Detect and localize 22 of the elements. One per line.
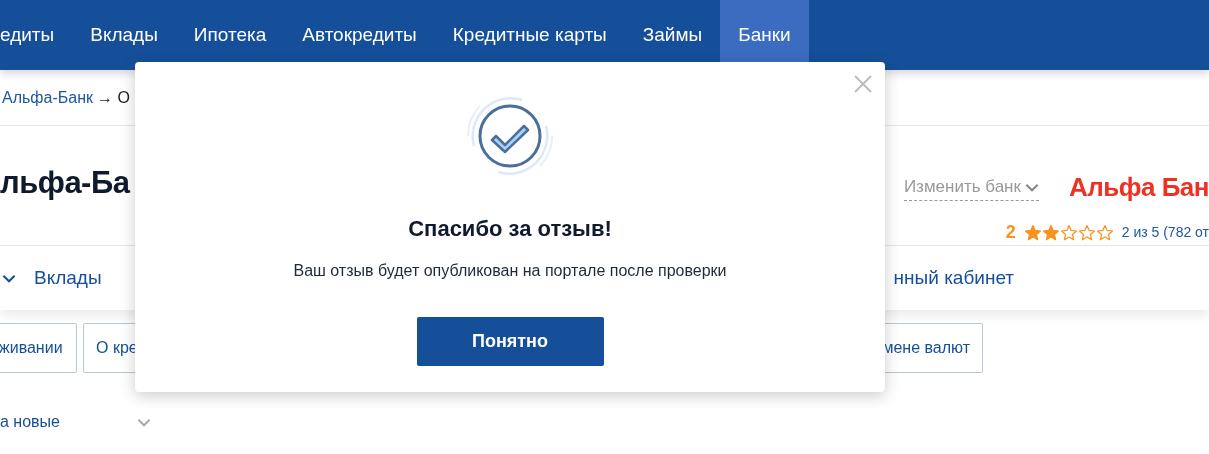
ok-button[interactable]: Понятно [416, 317, 604, 366]
chevron-down-icon [1024, 182, 1039, 192]
modal-title: Спасибо за отзыв! [408, 215, 612, 243]
rating-text: 2 из 5 (782 от [1121, 223, 1209, 242]
filled-star-icon [1023, 223, 1042, 242]
subnav-link[interactable]: Вклады [34, 263, 102, 293]
nav-item[interactable]: Вклады [72, 0, 176, 70]
nav-item[interactable]: едиты [0, 0, 73, 70]
modal-message: Ваш отзыв будет опубликован на портале после проверки [293, 261, 727, 281]
empty-star-icon [1077, 223, 1096, 242]
breadcrumb-link[interactable]: Альфа-Банк [2, 85, 93, 110]
close-icon[interactable] [853, 74, 873, 94]
empty-star-icon [1095, 223, 1114, 242]
bank-logo: Альфа Бан [1068, 171, 1209, 204]
rating-score: 2 [1005, 221, 1016, 244]
filled-star-icon [1041, 223, 1060, 242]
bank-title: льфа-Ба [0, 164, 130, 202]
subnav-link[interactable]: нный кабинет [893, 263, 1015, 293]
chevron-down-icon [136, 417, 152, 427]
sort-dropdown[interactable]: а новые [0, 410, 154, 434]
breadcrumb-current: → О [96, 87, 130, 108]
chevron-down-icon [2, 273, 16, 283]
